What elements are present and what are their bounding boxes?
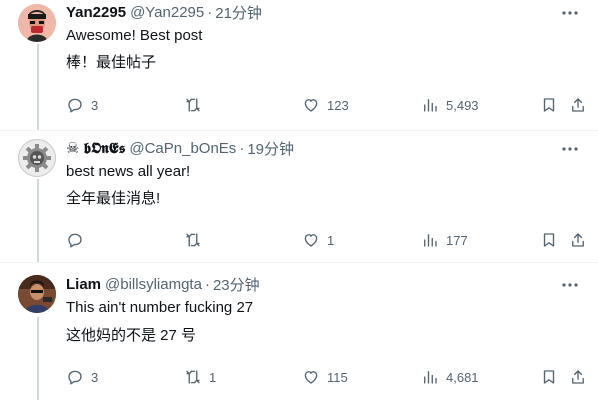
views-count: 177 — [446, 232, 468, 248]
views-count: 5,493 — [446, 97, 479, 113]
repost-count: 1 — [209, 369, 217, 385]
like-icon — [304, 99, 318, 112]
like-count: 1 — [327, 232, 335, 248]
action-bar: 3 123 5,493 — [66, 94, 586, 116]
repost-icon — [186, 370, 200, 384]
share-icon — [572, 370, 584, 384]
like-icon — [304, 371, 318, 384]
views-icon — [424, 99, 437, 112]
bookmark-icon — [543, 98, 555, 112]
author-handle[interactable]: @Yan2295 — [130, 4, 204, 21]
views-count: 4,681 — [446, 369, 479, 385]
share-button[interactable] — [569, 94, 587, 116]
reply-count: 3 — [91, 97, 99, 113]
like-button[interactable]: 123 — [302, 94, 349, 116]
separator-dot: · — [204, 275, 210, 293]
reply-icon — [68, 233, 82, 248]
repost-icon — [186, 98, 200, 112]
bookmark-button[interactable] — [540, 366, 558, 388]
avatar-image — [18, 275, 56, 313]
action-bar: 1 177 — [66, 229, 586, 251]
post-text-zh: 棒！最佳帖子 — [66, 54, 157, 71]
avatar-image — [18, 4, 56, 42]
author-name[interactable]: ☠ 𝖇𝕺𝖓𝕰𝖘 — [66, 139, 125, 157]
more-icon[interactable] — [560, 3, 580, 23]
reply-icon — [68, 370, 82, 385]
repost-button[interactable]: 1 — [184, 366, 216, 388]
post-text-en: best news all year! — [66, 163, 191, 180]
author-name[interactable]: Yan2295 — [66, 4, 126, 21]
post-capn-bones[interactable]: ☠ 𝖇𝕺𝖓𝕰𝖘 @CaPn_bOnEs · 19分钟 best news all… — [0, 131, 598, 262]
action-bar: 3 1 115 4,681 — [66, 366, 586, 388]
author-handle[interactable]: @CaPn_bOnEs — [129, 140, 236, 157]
like-button[interactable]: 115 — [302, 366, 348, 388]
author-name[interactable]: Liam — [66, 276, 101, 293]
like-icon — [304, 234, 318, 247]
reply-button[interactable]: 3 — [66, 366, 98, 388]
like-button[interactable]: 1 — [302, 229, 334, 251]
avatar[interactable] — [18, 139, 56, 177]
bookmark-button[interactable] — [540, 94, 558, 116]
like-count: 123 — [327, 97, 349, 113]
thread-line — [37, 44, 39, 130]
reply-icon — [68, 98, 82, 113]
like-count: 115 — [327, 369, 348, 385]
post-time[interactable]: 21分钟 — [215, 2, 262, 23]
repost-icon — [186, 233, 200, 247]
avatar[interactable] — [18, 275, 56, 313]
repost-button[interactable] — [184, 229, 209, 251]
bookmark-icon — [543, 233, 555, 247]
post-liam[interactable]: Liam @billsyliamgta · 23分钟 This ain't nu… — [0, 263, 598, 400]
views-icon — [424, 371, 437, 384]
views-button[interactable]: 5,493 — [421, 94, 479, 116]
reply-count: 3 — [91, 369, 99, 385]
share-icon — [572, 98, 584, 112]
views-button[interactable]: 4,681 — [421, 366, 479, 388]
views-icon — [424, 234, 437, 247]
views-button[interactable]: 177 — [421, 229, 468, 251]
separator-dot: · — [239, 139, 245, 157]
post-time[interactable]: 19分钟 — [247, 138, 294, 159]
post-text-zh: 全年最佳消息! — [66, 190, 161, 207]
post-time[interactable]: 23分钟 — [213, 274, 260, 295]
separator-dot: · — [207, 3, 213, 21]
share-button[interactable] — [569, 229, 587, 251]
reply-button[interactable]: 3 — [66, 94, 98, 116]
author-handle[interactable]: @billsyliamgta — [105, 276, 202, 293]
repost-button[interactable] — [184, 94, 209, 116]
avatar[interactable] — [18, 4, 56, 42]
post-text-en: This ain't number fucking 27 — [66, 299, 254, 316]
more-icon[interactable] — [560, 275, 580, 295]
post-text-en: Awesome! Best post — [66, 27, 203, 44]
thread-line — [37, 317, 39, 400]
reply-button[interactable] — [66, 229, 91, 251]
more-icon[interactable] — [560, 139, 580, 159]
bookmark-icon — [543, 370, 555, 384]
bookmark-button[interactable] — [540, 229, 558, 251]
thread-line — [37, 179, 39, 262]
post-yan2295[interactable]: Yan2295 @Yan2295 · 21分钟 Awesome! Best po… — [0, 0, 598, 130]
share-icon — [572, 233, 584, 247]
share-button[interactable] — [569, 366, 587, 388]
avatar-image — [19, 140, 55, 176]
post-text-zh: 这他妈的不是 27 号 — [66, 327, 197, 344]
